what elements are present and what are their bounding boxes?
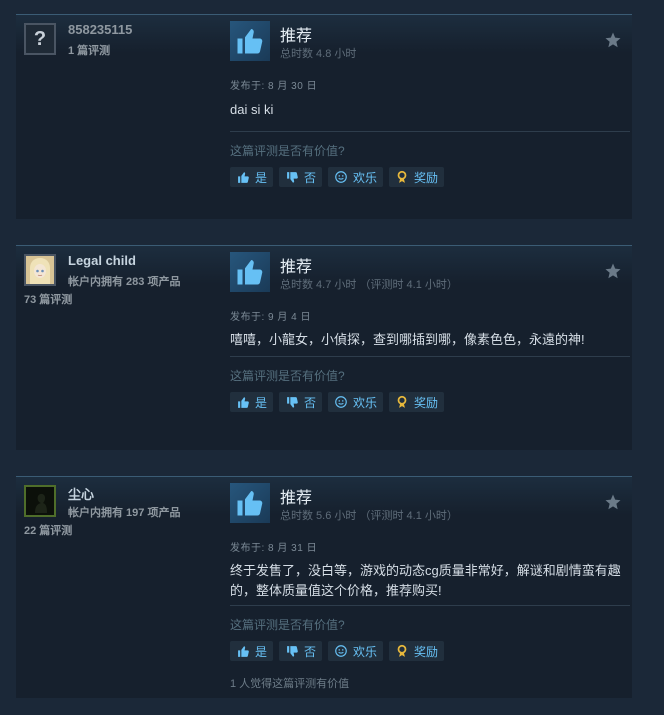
products-owned[interactable]: 帐户内拥有 197 项产品 — [68, 504, 180, 520]
products-owned[interactable]: 帐户内拥有 283 项产品 — [68, 273, 180, 289]
username[interactable]: 尘心 — [68, 484, 94, 503]
verdict-title[interactable]: 推荐 — [280, 22, 312, 46]
vote-no-label: 否 — [304, 170, 317, 185]
award-button[interactable]: 奖励 — [389, 641, 445, 661]
vote-funny-label: 欢乐 — [353, 170, 378, 185]
verdict-title[interactable]: 推荐 — [280, 484, 312, 508]
playtime: 总时数 4.7 小时 （评测时 4.1 小时） — [280, 279, 458, 291]
award-button[interactable]: 奖励 — [389, 167, 445, 187]
thumbs-up-icon — [237, 260, 263, 285]
vote-buttons: 是 否 欢乐 奖励 — [230, 167, 445, 187]
thumbs-up-icon — [237, 29, 263, 54]
vote-funny-button[interactable]: 欢乐 — [328, 641, 384, 661]
vote-buttons: 是 否 欢乐 奖励 — [230, 641, 445, 661]
helpful-question: 这篇评测是否有价值? — [230, 369, 345, 383]
award-label: 奖励 — [414, 644, 439, 659]
vote-yes-button[interactable]: 是 — [230, 392, 274, 412]
vote-funny-label: 欢乐 — [353, 395, 378, 410]
recommended-thumb — [230, 252, 270, 292]
avatar[interactable] — [24, 485, 56, 517]
review-card: ? 858235115 1 篇评测 推荐 总时数 4.8 小时 发布于: 8 月… — [16, 14, 632, 219]
review-count[interactable]: 73 篇评测 — [24, 291, 72, 307]
helpful-count-note: 1 人觉得这篇评测有价值 — [230, 678, 350, 690]
award-label: 奖励 — [414, 395, 439, 410]
vote-no-button[interactable]: 否 — [279, 641, 323, 661]
review-card: 尘心 帐户内拥有 197 项产品 22 篇评测 推荐 总时数 5.6 小时 （评… — [16, 476, 632, 698]
playtime: 总时数 4.8 小时 — [280, 48, 357, 60]
review-text: 嘻嘻，小龍女，小偵探，查到哪插到哪，像素色色，永遠的神! — [230, 332, 585, 347]
helpful-question: 这篇评测是否有价值? — [230, 618, 345, 632]
vote-yes-button[interactable]: 是 — [230, 167, 274, 187]
posted-date: 发布于: 8 月 31 日 — [230, 543, 318, 554]
avatar[interactable]: ? — [24, 23, 56, 55]
star-icon[interactable] — [604, 493, 622, 511]
thumbs-down-icon — [286, 396, 298, 408]
divider — [230, 605, 630, 606]
vote-funny-label: 欢乐 — [353, 644, 378, 659]
star-icon[interactable] — [604, 262, 622, 280]
award-icon — [397, 395, 407, 408]
thumbs-down-icon — [286, 645, 298, 657]
avatar[interactable] — [24, 254, 56, 286]
award-label: 奖励 — [414, 170, 439, 185]
playtime: 总时数 5.6 小时 （评测时 4.1 小时） — [280, 510, 458, 522]
vote-buttons: 是 否 欢乐 奖励 — [230, 392, 445, 412]
award-icon — [397, 170, 407, 183]
recommended-thumb — [230, 483, 270, 523]
vote-funny-button[interactable]: 欢乐 — [328, 392, 384, 412]
smiley-icon — [335, 396, 347, 408]
vote-yes-label: 是 — [255, 170, 268, 185]
verdict-title[interactable]: 推荐 — [280, 253, 312, 277]
anime-girl-avatar-icon — [26, 256, 54, 284]
vote-funny-button[interactable]: 欢乐 — [328, 167, 384, 187]
award-button[interactable]: 奖励 — [389, 392, 445, 412]
review-count[interactable]: 22 篇评测 — [24, 522, 72, 538]
vote-yes-label: 是 — [255, 644, 268, 659]
vote-no-label: 否 — [304, 644, 317, 659]
divider — [230, 131, 630, 132]
vote-no-button[interactable]: 否 — [279, 392, 323, 412]
thumbs-down-icon — [286, 171, 298, 183]
posted-date: 发布于: 9 月 4 日 — [230, 312, 312, 323]
thumbs-up-icon — [237, 171, 249, 183]
smiley-icon — [335, 171, 347, 183]
review-text: dai si ki — [230, 102, 274, 117]
vote-no-button[interactable]: 否 — [279, 167, 323, 187]
thumbs-up-icon — [237, 645, 249, 657]
review-text: 终于发售了，没白等，游戏的动态cg质量非常好，解谜和剧情蛮有趣的，整体质量值这个… — [230, 563, 621, 598]
recommended-thumb — [230, 21, 270, 61]
review-card: Legal child 帐户内拥有 283 项产品 73 篇评测 推荐 总时数 … — [16, 245, 632, 450]
star-icon[interactable] — [604, 31, 622, 49]
question-mark-icon: ? — [33, 27, 47, 50]
posted-date: 发布于: 8 月 30 日 — [230, 81, 318, 92]
vote-yes-label: 是 — [255, 395, 268, 410]
thumbs-up-icon — [237, 491, 263, 516]
silhouette-avatar-icon — [26, 487, 54, 515]
award-icon — [397, 644, 407, 657]
vote-yes-button[interactable]: 是 — [230, 641, 274, 661]
username[interactable]: 858235115 — [68, 22, 132, 37]
divider — [230, 356, 630, 357]
username[interactable]: Legal child — [68, 253, 136, 268]
smiley-icon — [335, 645, 347, 657]
vote-no-label: 否 — [304, 395, 317, 410]
review-count[interactable]: 1 篇评测 — [68, 42, 110, 58]
thumbs-up-icon — [237, 396, 249, 408]
helpful-question: 这篇评测是否有价值? — [230, 144, 345, 158]
